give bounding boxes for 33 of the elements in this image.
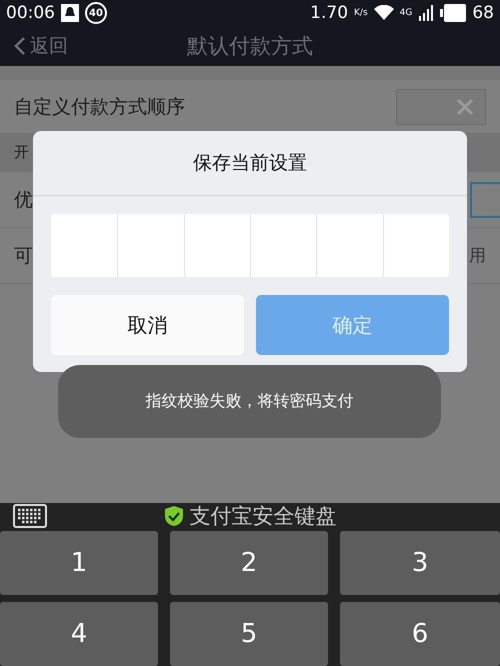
setting-value: 用 [469,245,486,267]
number-key[interactable]: 4 [0,602,158,666]
pin-field[interactable] [51,214,449,277]
input-field[interactable] [470,182,500,218]
signal-icon [418,5,434,21]
toast-message: 指纹校验失败，将转密码支付 [58,365,441,438]
close-icon [455,96,475,116]
number-key[interactable]: 2 [170,531,328,595]
hint-text: 开 [14,143,29,162]
keyboard-icon [13,504,47,528]
number-key[interactable]: 1 [0,531,158,595]
chevron-left-icon [14,36,26,56]
wifi-icon [374,5,394,21]
setting-label: 可 [14,244,33,268]
number-key[interactable]: 3 [340,531,500,595]
number-key[interactable]: 6 [340,602,500,666]
setting-label: 优 [14,188,33,212]
clock: 00:06 [6,3,55,23]
back-button[interactable]: 返回 [14,33,68,59]
network-speed: 1.70 [310,3,348,23]
setting-label: 自定义付款方式顺序 [14,94,185,120]
speed-unit: K/s [354,8,368,18]
data-saver-badge: 40 [85,2,107,24]
cancel-button[interactable]: 取消 [51,295,244,355]
keyboard-title: 支付宝安全键盘 [190,503,336,530]
network-type: 4G [400,8,412,18]
dialog-title: 保存当前设置 [193,151,307,176]
toggle-switch[interactable] [396,88,486,124]
page-title: 默认付款方式 [187,33,313,60]
number-key[interactable]: 5 [170,602,328,666]
shield-check-icon [164,504,184,526]
battery-level: 68 [472,3,494,23]
battery-icon [440,4,466,22]
